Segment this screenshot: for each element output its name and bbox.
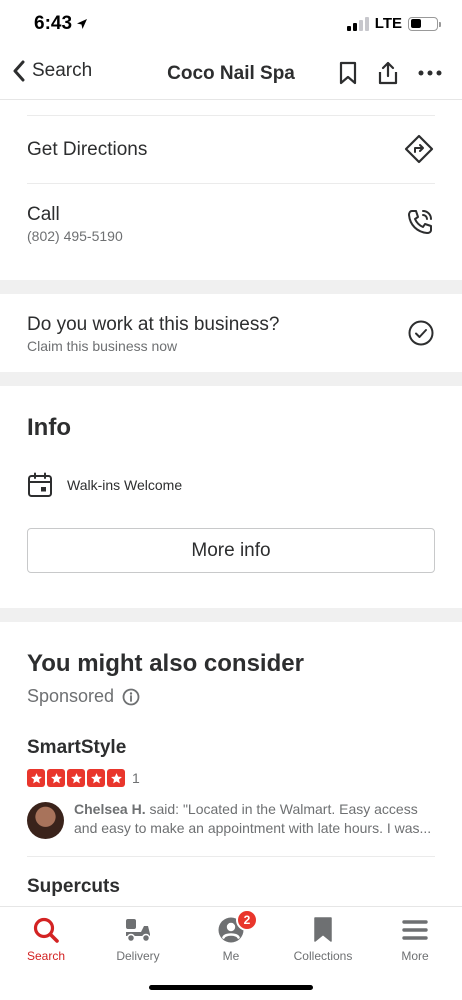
tab-delivery[interactable]: Delivery xyxy=(93,915,183,963)
more-options-icon[interactable] xyxy=(418,70,442,76)
divider xyxy=(27,856,435,857)
section-separator xyxy=(0,372,462,386)
star-icon xyxy=(27,769,45,787)
status-time: 6:43 xyxy=(34,13,88,35)
section-separator xyxy=(0,280,462,294)
status-bar: 6:43 LTE xyxy=(0,0,462,50)
share-icon[interactable] xyxy=(376,60,400,86)
home-indicator xyxy=(149,985,313,990)
battery-icon xyxy=(408,16,441,31)
tab-collections-label: Collections xyxy=(293,949,353,963)
walkins-attribute: Walk-ins Welcome xyxy=(27,472,182,498)
section-separator xyxy=(0,608,462,622)
walkins-label: Walk-ins Welcome xyxy=(67,477,183,493)
get-directions-label: Get Directions xyxy=(27,139,148,160)
call-row[interactable]: Call (802) 495-5190 xyxy=(0,184,462,280)
nav-bar: Search Coco Nail Spa xyxy=(0,50,462,100)
star-icon xyxy=(87,769,105,787)
consider-heading: You might also consider xyxy=(27,650,304,677)
call-label: Call xyxy=(27,204,60,225)
bookmark-icon[interactable] xyxy=(338,61,358,86)
tab-me-label: Me xyxy=(222,949,240,963)
notification-badge: 2 xyxy=(236,909,258,931)
claim-title: Do you work at this business? xyxy=(27,314,280,335)
status-time-text: 6:43 xyxy=(34,13,73,34)
call-phone: (802) 495-5190 xyxy=(27,228,123,244)
tab-search[interactable]: Search xyxy=(1,915,91,963)
sponsored-business-name[interactable]: Supercuts xyxy=(27,876,120,898)
network-label: LTE xyxy=(374,15,402,32)
sponsored-text: Sponsored xyxy=(27,686,115,706)
claim-subtitle: Claim this business now xyxy=(27,338,178,354)
tab-collections[interactable]: Collections xyxy=(278,915,368,963)
sponsored-business-name[interactable]: SmartStyle xyxy=(27,737,126,759)
star-icon xyxy=(107,769,125,787)
location-arrow-icon xyxy=(77,19,88,29)
tab-search-label: Search xyxy=(26,949,66,963)
tab-me[interactable]: 2 Me xyxy=(186,909,276,963)
search-icon xyxy=(31,915,61,945)
star-icon xyxy=(67,769,85,787)
profile-icon: 2 xyxy=(216,909,258,945)
tab-more-label: More xyxy=(401,949,429,963)
review-line-2: and easy to make an appointment with lat… xyxy=(74,820,432,836)
star-rating: 1 xyxy=(27,769,140,787)
get-directions-row[interactable]: Get Directions xyxy=(0,116,462,183)
check-circle-icon xyxy=(408,320,434,346)
info-heading: Info xyxy=(27,414,71,441)
bookmark-icon xyxy=(308,915,338,945)
directions-icon xyxy=(404,134,434,164)
avatar xyxy=(27,802,64,839)
tab-more[interactable]: More xyxy=(370,915,460,963)
reviewer-name: Chelsea H. xyxy=(74,801,146,817)
more-info-button[interactable]: More info xyxy=(27,528,435,573)
tab-delivery-label: Delivery xyxy=(116,949,160,963)
star-icon xyxy=(47,769,65,787)
phone-icon xyxy=(408,210,432,234)
review-text: Chelsea H. said: "Located in the Walmart… xyxy=(74,800,431,839)
signal-icon xyxy=(346,16,369,31)
review-line-1: said: "Located in the Walmart. Easy acce… xyxy=(145,801,418,817)
nav-actions xyxy=(338,60,442,86)
sponsored-label: Sponsored xyxy=(27,686,140,707)
review-snippet[interactable]: Chelsea H. said: "Located in the Walmart… xyxy=(27,800,437,839)
status-indicators: LTE xyxy=(346,15,441,32)
claim-business-row[interactable]: Do you work at this business? Claim this… xyxy=(0,294,462,372)
delivery-icon xyxy=(123,915,153,945)
review-count: 1 xyxy=(132,770,140,786)
info-icon[interactable] xyxy=(122,688,140,706)
calendar-icon xyxy=(28,472,52,497)
menu-icon xyxy=(400,915,430,945)
